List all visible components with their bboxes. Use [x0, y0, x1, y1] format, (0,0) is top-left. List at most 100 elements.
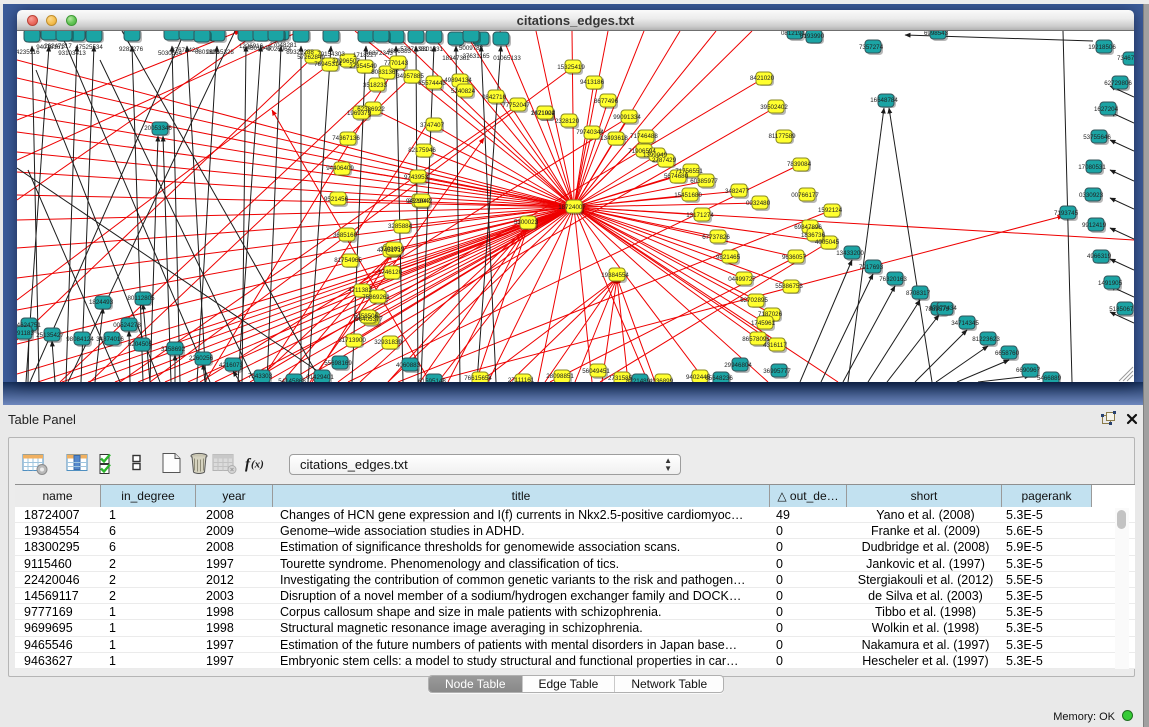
svg-text:8677496: 8677496 [594, 98, 619, 105]
svg-text:2787429: 2787429 [652, 157, 677, 164]
svg-text:25135427: 25135427 [36, 332, 64, 339]
svg-text:20053346: 20053346 [144, 125, 172, 132]
svg-text:1627204: 1627204 [1094, 106, 1119, 113]
svg-text:8421020: 8421020 [750, 75, 775, 82]
svg-text:3709859: 3709859 [380, 246, 405, 253]
svg-text:1745961: 1745961 [751, 320, 776, 327]
svg-text:19218506: 19218506 [1088, 44, 1116, 51]
svg-text:15451680: 15451680 [674, 192, 702, 199]
svg-text:71746488: 71746488 [630, 133, 658, 140]
svg-text:80112805: 80112805 [127, 295, 155, 302]
svg-text:18724007: 18724007 [558, 204, 586, 211]
svg-text:53755646: 53755646 [1083, 134, 1111, 141]
svg-text:1491905: 1491905 [1098, 280, 1123, 287]
svg-text:00766177: 00766177 [791, 192, 819, 199]
svg-text:4060883: 4060883 [396, 362, 421, 369]
svg-text:3285884: 3285884 [388, 223, 413, 230]
svg-text:34714345: 34714345 [951, 320, 979, 327]
svg-text:5009788: 5009788 [459, 45, 484, 52]
svg-text:74367136: 74367136 [332, 135, 360, 142]
svg-text:62729806: 62729806 [1104, 80, 1132, 87]
svg-text:5674680: 5674680 [664, 173, 689, 180]
svg-text:16648784: 16648784 [870, 97, 898, 104]
svg-text:6690967: 6690967 [1016, 367, 1041, 374]
svg-text:47525534: 47525534 [75, 44, 103, 51]
svg-text:4316117: 4316117 [763, 342, 787, 349]
svg-text:7991183: 7991183 [17, 330, 34, 337]
svg-text:4936899: 4936899 [649, 378, 674, 382]
svg-text:0330923: 0330923 [1079, 192, 1104, 199]
svg-text:4005045: 4005045 [815, 239, 840, 246]
svg-text:60385977: 60385977 [690, 178, 718, 185]
svg-text:13171274: 13171274 [686, 212, 714, 219]
svg-text:98084124: 98084124 [66, 336, 94, 343]
svg-text:6026064: 6026064 [267, 46, 292, 53]
svg-text:4216073: 4216073 [219, 362, 244, 369]
svg-text:1836736: 1836736 [801, 232, 826, 239]
svg-text:0801326: 0801326 [195, 49, 220, 56]
svg-text:19384554: 19384554 [601, 272, 629, 279]
svg-text:1824493: 1824493 [89, 299, 114, 306]
svg-text:15325419: 15325419 [557, 64, 585, 71]
svg-text:81754965: 81754965 [334, 257, 362, 264]
svg-text:39502402: 39502402 [760, 104, 788, 111]
svg-text:77752047: 77752047 [502, 102, 530, 109]
svg-text:94406409: 94406409 [326, 165, 354, 172]
svg-text:34874016: 34874016 [96, 336, 124, 343]
svg-text:17080531: 17080531 [1078, 164, 1106, 171]
svg-text:62702895: 62702895 [740, 297, 768, 304]
svg-text:81223623: 81223623 [972, 336, 1000, 343]
svg-text:87277434: 87277434 [929, 305, 957, 312]
svg-text:7187026: 7187026 [758, 311, 783, 318]
svg-text:81177589: 81177589 [768, 133, 796, 140]
svg-text:8708317: 8708317 [906, 290, 931, 297]
svg-text:76615654: 76615654 [464, 375, 492, 382]
svg-text:5158506: 5158506 [354, 313, 379, 320]
svg-text:34957885: 34957885 [396, 73, 424, 80]
svg-text:9912419: 9912419 [1082, 222, 1107, 229]
svg-text:7193745: 7193745 [1054, 210, 1079, 217]
svg-text:36995777: 36995777 [763, 368, 791, 375]
svg-text:51850671: 51850671 [1109, 306, 1134, 313]
svg-text:27111161: 27111161 [508, 377, 535, 382]
svg-text:2731585: 2731585 [608, 375, 633, 382]
svg-text:67737826: 67737826 [702, 234, 730, 241]
svg-text:9283276: 9283276 [119, 46, 144, 53]
svg-text:9402445: 9402445 [686, 374, 711, 381]
svg-text:93103413: 93103413 [58, 50, 86, 57]
svg-text:99091334: 99091334 [613, 114, 641, 121]
svg-text:9821465: 9821465 [716, 254, 741, 261]
svg-text:13493618: 13493618 [600, 135, 628, 142]
svg-text:9636057: 9636057 [782, 254, 807, 261]
svg-text:85574443: 85574443 [418, 80, 446, 87]
svg-text:0932480: 0932480 [746, 200, 771, 207]
svg-text:04499727: 04499727 [728, 276, 756, 283]
svg-text:1969379: 1969379 [347, 110, 372, 117]
svg-text:3158692: 3158692 [161, 346, 186, 353]
svg-text:56049451: 56049451 [582, 368, 610, 375]
svg-text:3518233: 3518233 [363, 82, 388, 89]
svg-text:00524278: 00524278 [113, 322, 141, 329]
svg-text:9413186: 9413186 [580, 79, 605, 86]
svg-text:9301031: 9301031 [419, 46, 444, 53]
svg-text:(x): (x) [251, 459, 264, 471]
svg-text:01429401: 01429401 [306, 374, 334, 381]
svg-text:7357274: 7357274 [859, 44, 884, 51]
svg-text:54145868: 54145868 [278, 378, 306, 382]
svg-text:76320163: 76320163 [879, 276, 907, 283]
svg-text:2260256: 2260256 [189, 355, 214, 362]
svg-text:6658760: 6658760 [995, 350, 1020, 357]
svg-text:4966319: 4966319 [1087, 253, 1112, 260]
svg-text:7346706: 7346706 [1117, 55, 1134, 62]
svg-text:1592124: 1592124 [818, 207, 843, 214]
svg-text:7917693: 7917693 [859, 264, 884, 271]
svg-text:7839084: 7839084 [787, 161, 812, 168]
svg-text:75869261: 75869261 [362, 294, 390, 301]
svg-text:3747407: 3747407 [420, 122, 445, 129]
svg-text:5300023: 5300023 [514, 219, 539, 226]
svg-text:31713900: 31713900 [338, 337, 366, 344]
svg-text:69847896: 69847896 [794, 224, 822, 231]
svg-text:6998543: 6998543 [924, 31, 949, 37]
svg-text:4711382: 4711382 [348, 287, 372, 294]
svg-text:5240824: 5240824 [451, 88, 476, 95]
